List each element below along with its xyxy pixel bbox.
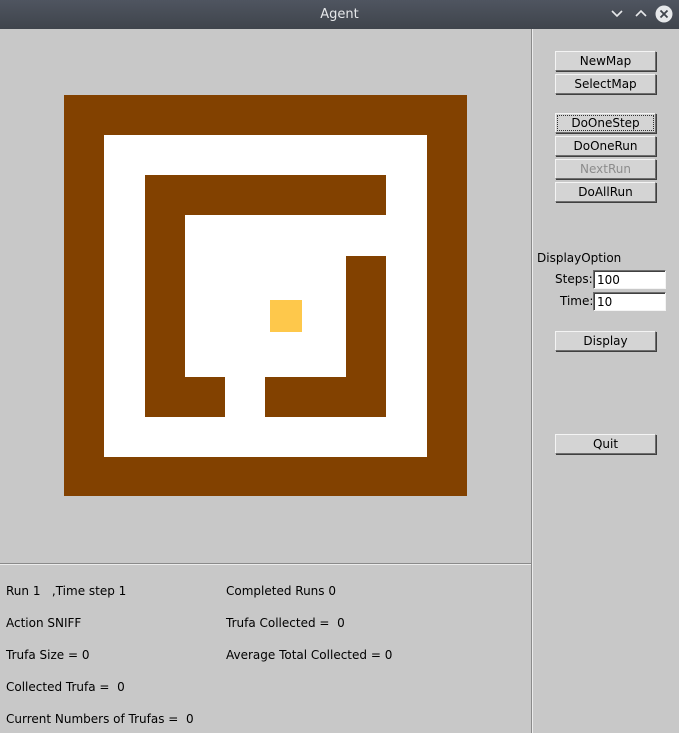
- time-input[interactable]: [593, 292, 666, 311]
- time-label: Time:: [560, 294, 594, 308]
- wall-segment: [145, 377, 225, 417]
- window-title: Agent: [320, 7, 359, 22]
- display-option-label: DisplayOption: [537, 251, 622, 265]
- average-total-status: Average Total Collected = 0: [226, 648, 393, 662]
- maximize-icon[interactable]: [631, 4, 651, 24]
- do-one-run-button[interactable]: DoOneRun: [555, 136, 656, 156]
- window-titlebar: Agent: [0, 0, 679, 29]
- do-one-step-button[interactable]: DoOneStep: [555, 113, 656, 133]
- display-button[interactable]: Display: [555, 331, 656, 351]
- current-trufas-status: Current Numbers of Trufas = 0: [6, 712, 194, 726]
- collected-trufa-status: Collected Trufa = 0: [6, 680, 125, 694]
- select-map-button[interactable]: SelectMap: [555, 74, 656, 94]
- quit-button[interactable]: Quit: [555, 434, 656, 454]
- trufa-collected-status: Trufa Collected = 0: [226, 616, 345, 630]
- action-status: Action SNIFF: [6, 616, 82, 630]
- new-map-button[interactable]: NewMap: [555, 51, 656, 71]
- agent-cell: [270, 300, 302, 332]
- steps-label: Steps:: [555, 272, 593, 286]
- trufa-size-status: Trufa Size = 0: [6, 648, 90, 662]
- divider: [532, 29, 533, 733]
- completed-runs-status: Completed Runs 0: [226, 584, 336, 598]
- map-canvas: [0, 29, 531, 563]
- minimize-icon[interactable]: [607, 4, 627, 24]
- do-all-run-button[interactable]: DoAllRun: [555, 182, 656, 202]
- steps-input[interactable]: [593, 270, 666, 289]
- next-run-button[interactable]: NextRun: [555, 159, 656, 179]
- run-status: Run 1 ,Time step 1: [6, 584, 127, 598]
- close-icon[interactable]: [654, 4, 674, 24]
- wall-segment: [346, 256, 386, 417]
- status-panel: Run 1 ,Time step 1 Action SNIFF Trufa Si…: [0, 565, 531, 733]
